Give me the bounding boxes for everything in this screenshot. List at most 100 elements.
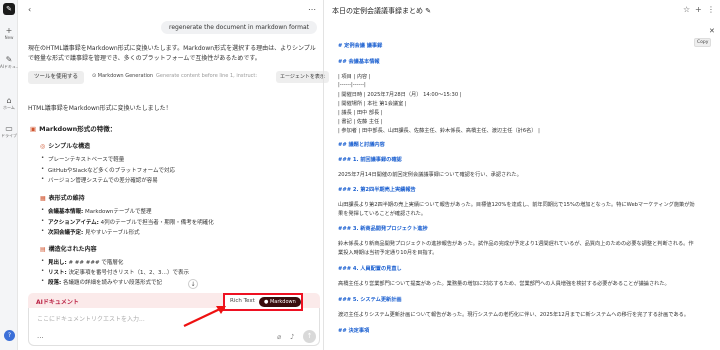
markdown-option[interactable]: ● Markdown	[259, 297, 301, 307]
prompt-input[interactable]: ここにドキュメントリクエストを入力...	[37, 314, 145, 323]
rail-item-label: AIドキュ…	[0, 64, 18, 69]
rail-item-drive[interactable]: ▭ ドライブ	[0, 124, 18, 138]
list-item-text: バージョン管理システムでの差分確認が容易	[48, 178, 158, 184]
user-message: regenerate the document in markdown form…	[160, 21, 317, 34]
md-line: 果を発揮していることが確認された。	[338, 211, 427, 217]
left-rail: ✎ + New ✎ AIドキュ… ⌂ ホーム ▭ ドライブ ?	[0, 0, 18, 350]
md-line: | 議長 | 田中 部長 |	[338, 110, 383, 116]
list-item-text: Markdownテーブルで整理	[83, 209, 152, 215]
copy-button[interactable]: Copy	[694, 38, 712, 47]
tool-name-label: Markdown Generation	[97, 73, 154, 79]
list-item-text: 見やすいテーブル形式	[83, 230, 140, 236]
tool-call-row: ツールを使用する ⊙ Markdown Generation Generate …	[28, 71, 333, 85]
scroll-down-button[interactable]: ↓	[188, 279, 198, 289]
close-icon[interactable]: ✕	[709, 27, 715, 35]
document-panel: 本日の定例会議議事録まとめ ✎ ☆ + ⋮ ✕ Copy # 定例会議 議事録 …	[324, 0, 720, 350]
list-item: 会議基本情報: Markdownテーブルで整理	[41, 207, 152, 215]
edit-icon: ✎	[5, 55, 13, 64]
md-line: ### 4. 人員配置の見直し	[338, 266, 402, 272]
md-line: | 参加者 | 田中部長、山田課長、佐藤主任、鈴木係長、高橋主任、渡辺主任（計6…	[338, 128, 540, 134]
list-item-text: GitHubやSlackなど多くのプラットフォームで対応	[48, 168, 175, 174]
list-item-bold: 次回会議予定:	[48, 230, 84, 236]
help-icon[interactable]: ?	[4, 330, 15, 341]
md-line: 業投入時期は当初予定通り10月を目指す。	[338, 250, 438, 256]
more-icon[interactable]: ⋯	[308, 5, 316, 14]
show-agent-button[interactable]: エージェントを表示	[276, 71, 329, 83]
md-line: 渡辺主任よりシステム更新計画について報告があった。現行システムの老朽化に伴い、2…	[338, 312, 690, 318]
star-icon[interactable]: ☆	[683, 5, 690, 14]
section-heading: ▦ 表形式の維持	[40, 193, 85, 202]
app-logo-icon[interactable]: ✎	[3, 3, 15, 15]
send-button[interactable]: ↑	[303, 330, 316, 343]
md-line: ## 会議基本情報	[338, 59, 380, 65]
list-item-bold: リスト:	[48, 270, 67, 276]
format-mode-toggle: Rich Text ● Markdown	[223, 293, 303, 311]
md-line: 2025年7月14日開催の前回定例会議議事録について確認を行い、承認された。	[338, 172, 522, 178]
list-item: バージョン管理システムでの差分確認が容易	[41, 176, 158, 184]
list-item: GitHubやSlackなど多くのプラットフォームで対応	[41, 166, 175, 174]
folder-icon: ▭	[5, 124, 13, 133]
features-heading: ▣ Markdown形式の特徴：	[30, 123, 116, 133]
md-line: ### 3. 新商品開発プロジェクト進捗	[338, 226, 428, 232]
add-icon[interactable]: +	[695, 5, 702, 14]
section-heading-text: 表形式の維持	[48, 195, 85, 202]
list-item: プレーンテキストベースで軽量	[41, 155, 125, 163]
list-item-bold: 見出し:	[48, 260, 67, 266]
section-heading: ◎ シンプルな構造	[40, 141, 90, 150]
tool-name: ⊙ Markdown Generation	[92, 73, 154, 79]
md-line: 高橋主任より営業部門について提案があった。業務量の増加に対応するため、営業部門へ…	[338, 281, 670, 287]
home-icon: ⌂	[6, 96, 12, 105]
list-item-bold: 段落:	[48, 280, 62, 286]
list-item: アクションアイテム: 4列のテーブルで担当者・期限・備考を明確化	[41, 218, 214, 226]
plus-icon: +	[5, 26, 13, 35]
list-item: 次回会議予定: 見やすいテーブル形式	[41, 228, 140, 236]
section-heading-text: シンプルな構造	[48, 143, 91, 150]
table-icon: ▦	[40, 195, 46, 202]
rich-text-option[interactable]: Rich Text	[230, 298, 255, 304]
section-heading-text: 構造化された内容	[48, 246, 97, 253]
edit-title-icon[interactable]: ✎	[425, 7, 431, 15]
rail-item-home[interactable]: ⌂ ホーム	[0, 96, 18, 110]
markdown-option-label: Markdown	[269, 299, 296, 305]
prompt-input-box[interactable]: ここにドキュメントリクエストを入力... ··· ⌀ ♪ ↑	[28, 308, 320, 346]
tool-description: Generate content before line 1, instruct…	[156, 73, 258, 79]
list-item-text: 4列のテーブルで担当者・期限・備考を明確化	[98, 220, 214, 226]
document-title[interactable]: 本日の定例会議議事録まとめ ✎	[332, 6, 431, 16]
rail-item-ai-document[interactable]: ✎ AIドキュ…	[0, 55, 18, 69]
assistant-intro: 現在のHTML議事録をMarkdown形式に変換いたします。Markdown形式…	[28, 45, 316, 62]
list-item: リスト: 決定事項を番号付きリスト（1、2、3…）で表示	[41, 268, 189, 276]
structure-icon: ▤	[40, 246, 46, 253]
md-line: ### 2. 第2四半期売上実績報告	[338, 187, 416, 193]
ai-document-label: AIドキュメント	[36, 299, 79, 306]
list-item-bold: アクションアイテム:	[48, 220, 99, 226]
more-options-icon[interactable]: ···	[37, 334, 44, 342]
list-item: 見出し: # ## ### で階層化	[41, 258, 123, 266]
list-item-bold: 会議基本情報:	[48, 209, 84, 215]
rail-item-label: New	[4, 35, 14, 40]
md-line: | 開催日時 | 2025年7月28日（月） 14:00〜15:30 |	[338, 92, 462, 98]
attach-icon[interactable]: ⌀	[277, 333, 281, 341]
assistant-done-message: HTML議事録をMarkdown形式に変換いたしました！	[28, 105, 172, 112]
rail-item-label: ドライブ	[1, 133, 17, 138]
microphone-icon[interactable]: ♪	[290, 333, 294, 341]
list-item-text: プレーンテキストベースで軽量	[48, 157, 125, 163]
list-item-text: 決定事項を番号付きリスト（1、2、3…）で表示	[66, 270, 189, 276]
collapse-sidebar-icon[interactable]: ‹	[28, 5, 31, 14]
md-line: | 書記 | 佐藤 主任 |	[338, 119, 383, 125]
md-line: | 項目 | 内容 |	[338, 74, 371, 80]
section-heading: ▤ 構造化された内容	[40, 244, 97, 253]
md-line: ### 5. システム更新計画	[338, 297, 402, 303]
target-icon: ◎	[40, 143, 46, 150]
annotation-arrow-icon	[183, 306, 226, 327]
md-line: ## 議題と討議内容	[338, 142, 385, 148]
more-icon[interactable]: ⋮	[707, 5, 715, 14]
document-title-text: 本日の定例会議議事録まとめ	[332, 7, 423, 15]
md-line: |------|------|	[338, 82, 366, 88]
document-icon: ▣	[30, 125, 37, 133]
rail-item-label: ホーム	[3, 105, 15, 110]
list-item: 段落: 各議題の詳細を読みやすい段落形式で記	[41, 278, 162, 286]
use-tool-button[interactable]: ツールを使用する	[28, 71, 85, 84]
md-line: # 定例会議 議事録	[338, 43, 383, 49]
rail-item-new[interactable]: + New	[0, 26, 18, 40]
md-line: ## 決定事項	[338, 328, 370, 334]
